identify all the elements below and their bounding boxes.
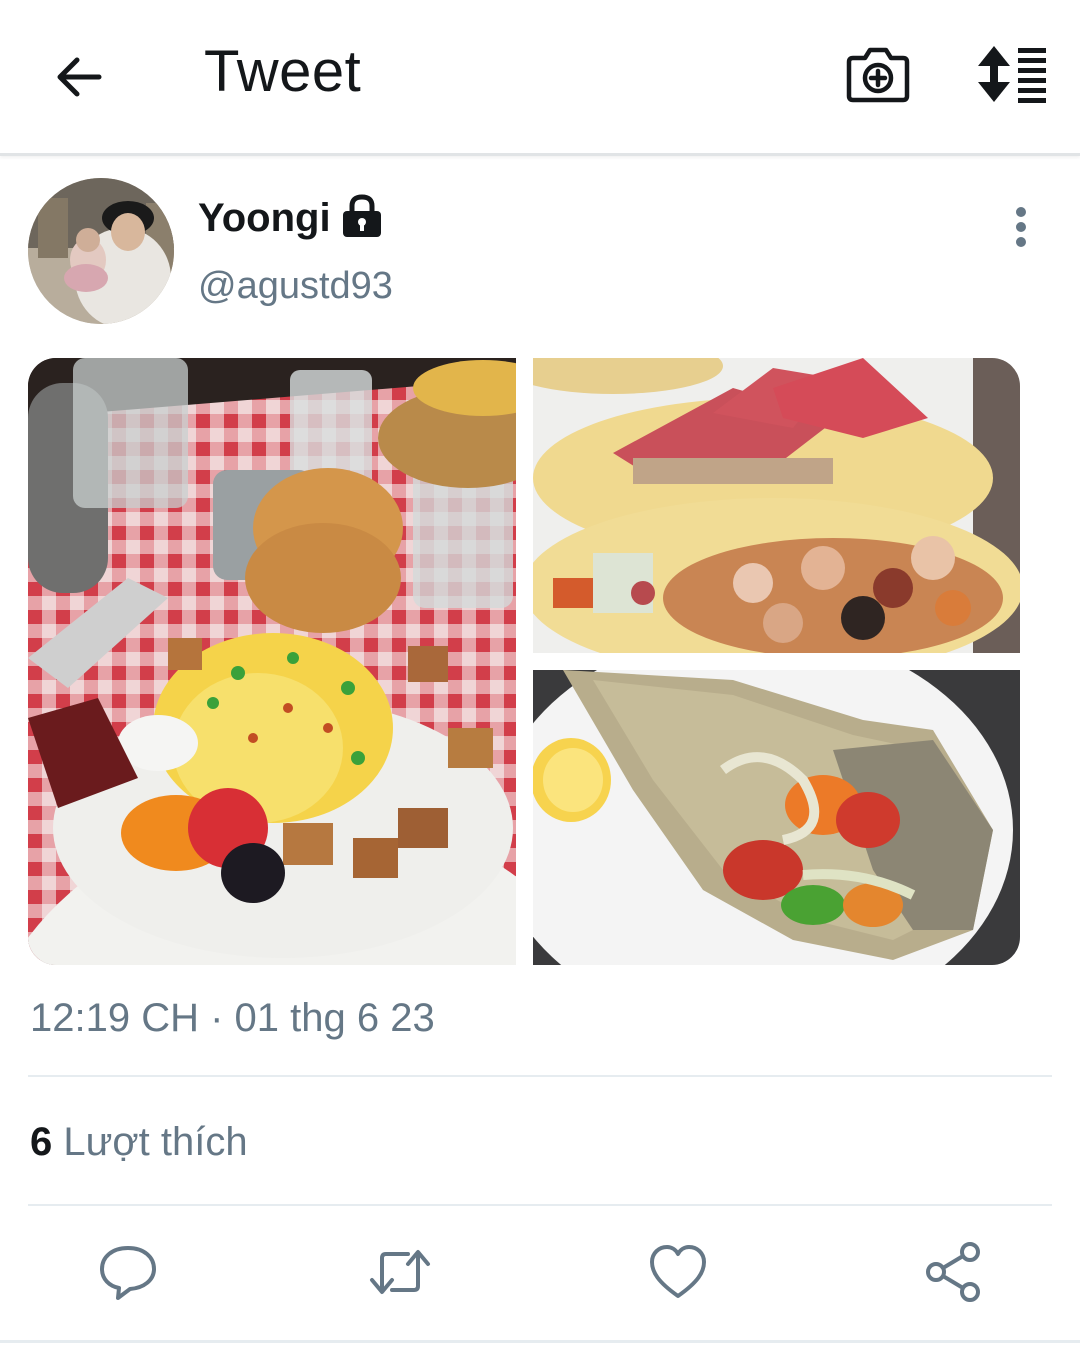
avatar[interactable] <box>28 178 174 324</box>
camera-button[interactable] <box>845 44 911 106</box>
tweet-timestamp: 12:19 CH · 01 thg 6 23 <box>30 996 435 1040</box>
divider <box>28 1204 1052 1206</box>
likes-number: 6 <box>30 1120 53 1164</box>
reply-button[interactable] <box>96 1240 160 1304</box>
sort-list-icon <box>978 46 1046 103</box>
page-title: Tweet <box>204 39 362 104</box>
photo-grilled-fish[interactable] <box>533 670 1020 965</box>
sort-button[interactable] <box>976 44 1050 104</box>
photo-tacos[interactable] <box>533 358 1020 653</box>
share-button[interactable] <box>922 1240 986 1304</box>
back-button[interactable] <box>50 48 108 106</box>
display-name[interactable]: Yoongi <box>198 196 331 241</box>
photo-breakfast-plate[interactable] <box>28 358 516 965</box>
likes-count[interactable]: 6 Lượt thích <box>30 1120 248 1165</box>
heart-icon <box>650 1245 706 1298</box>
divider <box>0 1340 1080 1343</box>
camera-plus-icon <box>846 47 910 103</box>
retweet-button[interactable] <box>368 1240 432 1304</box>
like-button[interactable] <box>646 1240 710 1304</box>
likes-label: Lượt thích <box>63 1120 248 1164</box>
arrow-left-icon <box>57 57 102 97</box>
reply-icon <box>100 1246 156 1300</box>
top-app-bar: Tweet <box>0 0 1080 156</box>
media-grid <box>28 358 1020 965</box>
lock-icon <box>343 194 381 237</box>
share-icon <box>926 1242 980 1302</box>
retweet-icon <box>370 1250 430 1294</box>
more-options-icon[interactable] <box>1002 202 1040 252</box>
divider <box>28 1075 1052 1077</box>
user-handle[interactable]: @agustd93 <box>198 265 393 308</box>
